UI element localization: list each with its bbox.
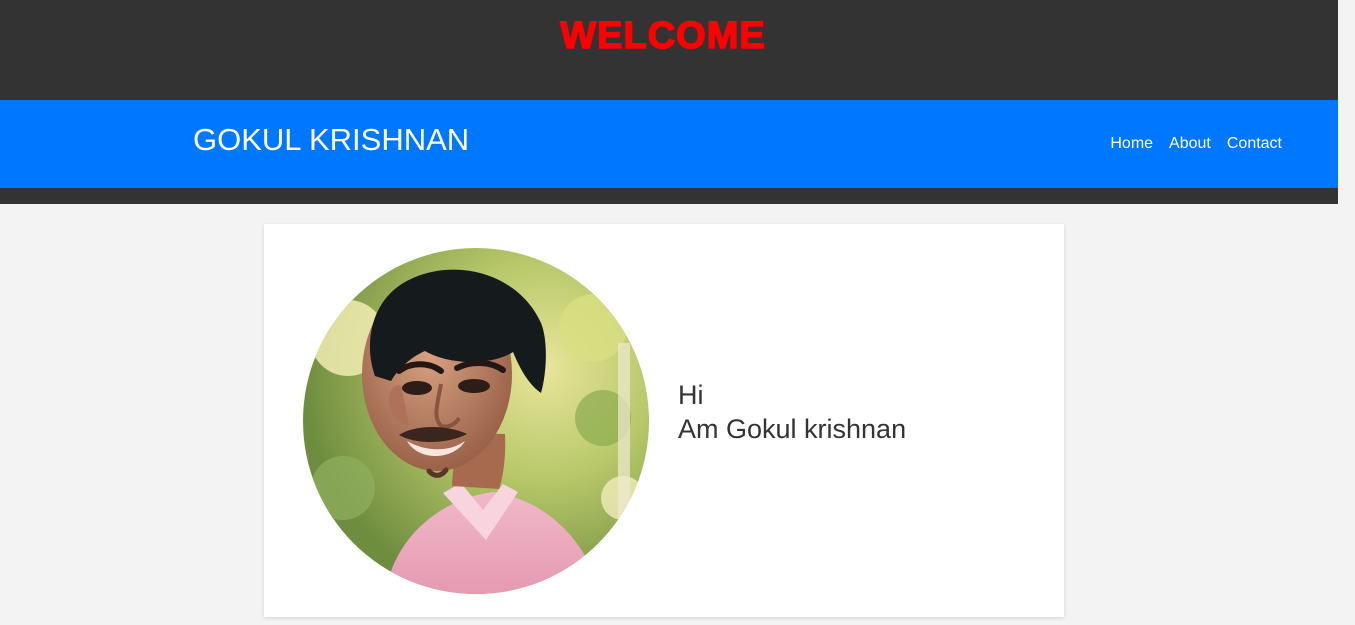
intro-name-text: Am Gokul krishnan <box>678 414 907 444</box>
welcome-banner: WELCOME <box>0 0 1338 100</box>
navbar: GOKUL KRISHNAN Home About Contact <box>0 100 1338 188</box>
page: WELCOME GOKUL KRISHNAN Home About Contac… <box>0 0 1338 625</box>
profile-photo <box>303 248 649 594</box>
welcome-heading: WELCOME <box>560 14 766 58</box>
header-divider <box>0 188 1338 204</box>
nav-links: Home About Contact <box>1110 134 1282 154</box>
nav-link-about[interactable]: About <box>1169 134 1211 154</box>
profile-card: Hi Am Gokul krishnan <box>264 224 1064 617</box>
intro-text: Hi Am Gokul krishnan <box>678 378 906 446</box>
greeting-text: Hi <box>678 380 704 410</box>
brand-name[interactable]: GOKUL KRISHNAN <box>193 122 469 158</box>
nav-link-home[interactable]: Home <box>1110 134 1153 154</box>
nav-link-contact[interactable]: Contact <box>1227 134 1282 154</box>
